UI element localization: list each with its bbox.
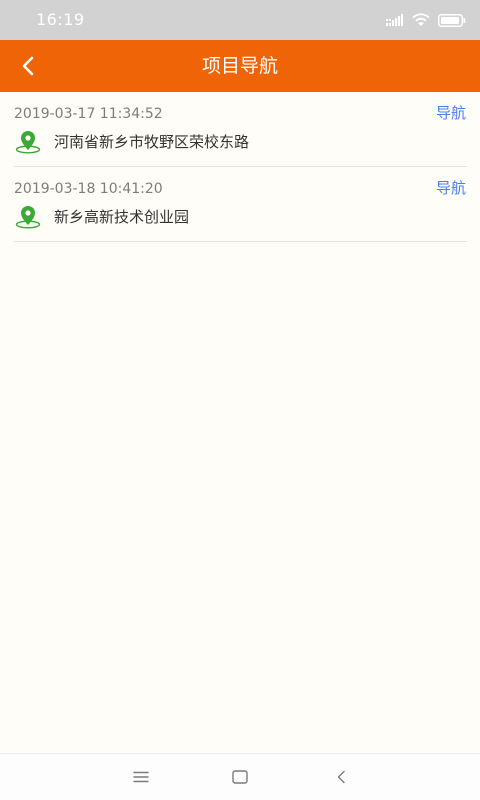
status-icons xyxy=(386,11,466,29)
location-pin-icon xyxy=(15,206,41,229)
navigate-button[interactable]: 导航 xyxy=(436,103,466,123)
signal-icon xyxy=(386,14,403,26)
list-item: 2019-03-17 11:34:52 导航 河南省新乡市牧野区荣校东路 xyxy=(14,92,467,167)
battery-icon xyxy=(438,13,466,27)
item-address: 新乡高新技术创业园 xyxy=(54,208,190,226)
item-address: 河南省新乡市牧野区荣校东路 xyxy=(54,133,250,151)
app-bar: 项目导航 xyxy=(0,40,480,92)
home-button[interactable] xyxy=(228,765,252,789)
home-icon xyxy=(232,770,248,784)
menu-button[interactable] xyxy=(129,765,153,789)
system-back-button[interactable] xyxy=(329,765,353,789)
location-pin-icon xyxy=(15,131,41,154)
menu-icon xyxy=(133,771,149,783)
list-item: 2019-03-18 10:41:20 导航 新乡高新技术创业园 xyxy=(14,167,467,242)
item-datetime: 2019-03-17 11:34:52 xyxy=(14,106,163,122)
page-title: 项目导航 xyxy=(201,55,278,77)
system-navigation-bar xyxy=(0,753,480,800)
item-datetime: 2019-03-18 10:41:20 xyxy=(14,181,163,197)
back-icon xyxy=(337,770,345,784)
navigate-button[interactable]: 导航 xyxy=(436,178,466,198)
status-time: 16:19 xyxy=(36,10,85,29)
navigation-list: 2019-03-17 11:34:52 导航 河南省新乡市牧野区荣校东路 201… xyxy=(14,92,467,242)
status-bar: 16:19 xyxy=(0,0,480,40)
wifi-icon xyxy=(412,13,430,26)
